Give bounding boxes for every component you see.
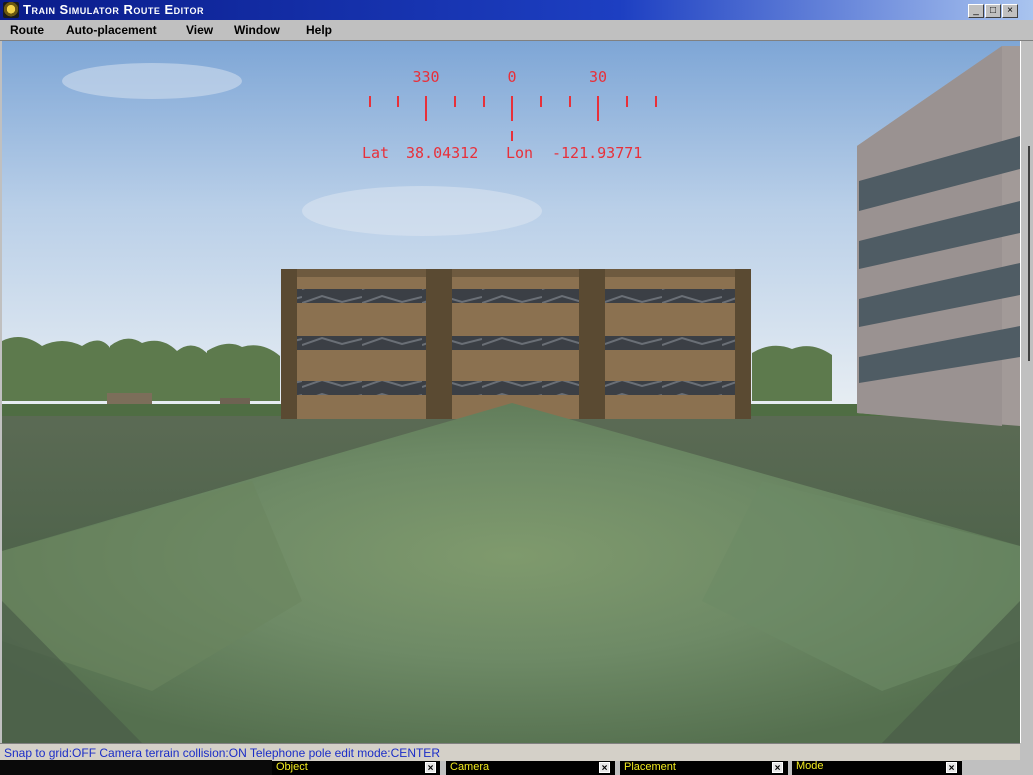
lon-value: -121.93771 — [552, 144, 642, 162]
3d-viewport[interactable]: 330 0 30 Lat 38.04312 Lon -121.93771 — [2, 41, 1020, 743]
lat-label: Lat — [362, 144, 389, 162]
app-logo-icon — [3, 2, 19, 18]
menu-view[interactable]: View — [186, 23, 213, 37]
right-splitter[interactable] — [1020, 41, 1033, 743]
menu-window[interactable]: Window — [234, 23, 280, 37]
menu-help[interactable]: Help — [306, 23, 332, 37]
mode-panel-label: Mode — [796, 760, 824, 772]
object-panel-tab[interactable]: Object × — [272, 761, 440, 775]
compass-label-0: 0 — [507, 68, 516, 86]
placement-panel-close-icon[interactable]: × — [772, 762, 783, 774]
placement-panel-tab[interactable]: Placement × — [620, 761, 788, 775]
close-button[interactable]: × — [1002, 4, 1018, 18]
minimize-button[interactable]: _ — [968, 4, 984, 18]
mode-panel-tab[interactable]: Mode × — [792, 760, 962, 775]
mode-panel-close-icon[interactable]: × — [946, 762, 957, 774]
maximize-button[interactable]: □ — [985, 4, 1001, 18]
lat-value: 38.04312 — [406, 144, 478, 162]
window-title: Train Simulator Route Editor — [23, 2, 205, 17]
placement-panel-label: Placement — [624, 761, 676, 773]
center-building — [281, 269, 751, 419]
camera-panel-tab[interactable]: Camera × — [446, 761, 615, 775]
camera-panel-close-icon[interactable]: × — [599, 762, 610, 774]
menu-route[interactable]: Route — [10, 23, 44, 37]
splitter-marker — [1028, 146, 1030, 361]
dock-spacer — [0, 760, 272, 775]
compass-label-330: 330 — [412, 68, 439, 86]
menu-bar: Route Auto-placement View Window Help — [0, 20, 1033, 41]
object-panel-close-icon[interactable]: × — [425, 762, 436, 774]
object-panel-label: Object — [276, 761, 308, 773]
menu-auto-placement[interactable]: Auto-placement — [66, 23, 157, 37]
status-bar: Snap to grid:OFF Camera terrain collisio… — [0, 743, 1020, 761]
dock-filler — [962, 760, 1033, 775]
compass-label-30: 30 — [589, 68, 607, 86]
lon-label: Lon — [506, 144, 533, 162]
camera-panel-label: Camera — [450, 761, 490, 773]
status-text: Snap to grid:OFF Camera terrain collisio… — [4, 746, 440, 760]
title-bar: Train Simulator Route Editor _ □ × — [0, 0, 1033, 20]
